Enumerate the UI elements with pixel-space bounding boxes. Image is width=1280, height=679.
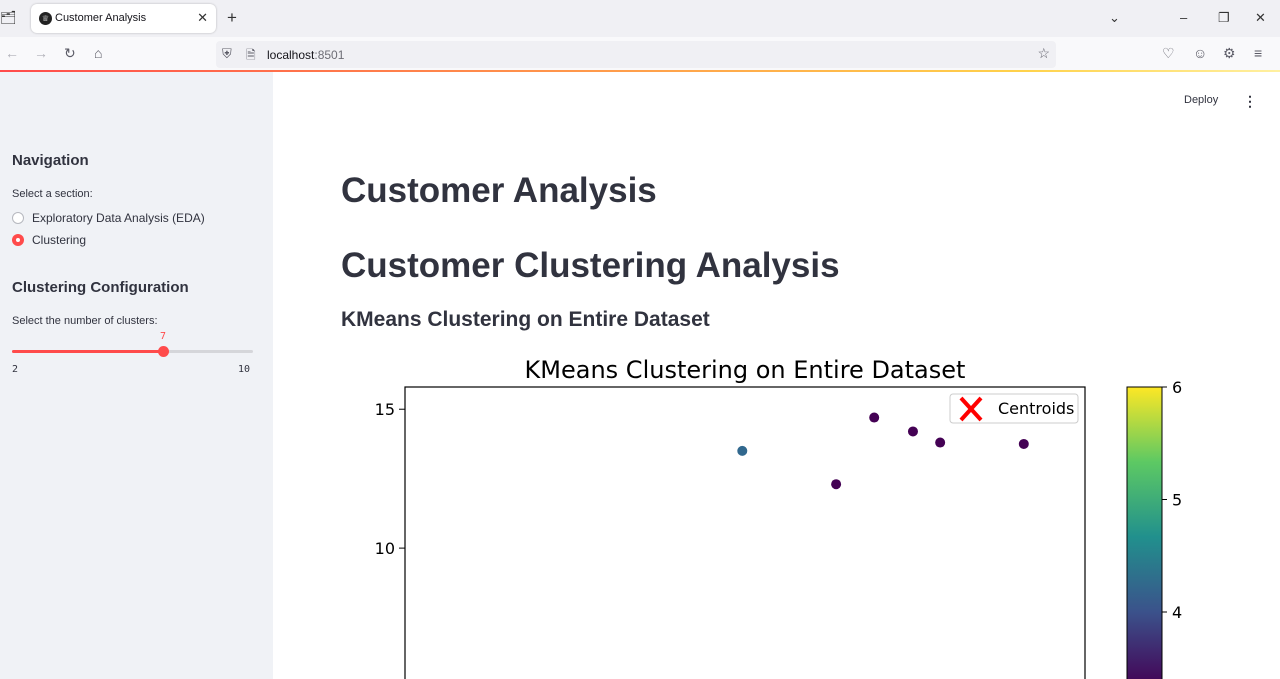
deploy-button[interactable]: Deploy — [1184, 94, 1218, 106]
forward-icon[interactable]: → — [34, 45, 48, 61]
browser-nav-bar: ← → ↻ ⌂ ⛨ 🗎 localhost:8501 ☆ ♡ ☺ ⚙ ≡ — [0, 37, 1280, 70]
radio-label: Exploratory Data Analysis (EDA) — [32, 211, 205, 225]
more-options-icon[interactable]: ⋮ — [1243, 94, 1257, 108]
navigation-heading: Navigation — [12, 152, 89, 169]
legend: Centroids — [949, 393, 1079, 424]
colorbar-tick-label: 4 — [1172, 603, 1182, 622]
sidebar: Navigation Select a section: Exploratory… — [0, 72, 273, 679]
slider-fill — [12, 350, 163, 353]
page-title: Customer Analysis — [341, 171, 657, 210]
list-all-tabs-icon[interactable]: ⌄ — [1109, 10, 1120, 26]
kmeans-chart: KMeans Clustering on Entire Dataset 15 10… — [340, 350, 1280, 679]
back-icon[interactable]: ← — [5, 45, 19, 61]
bookmark-star-icon[interactable]: ☆ — [1037, 45, 1050, 62]
radio-label: Clustering — [32, 233, 87, 247]
colorbar — [1126, 386, 1163, 679]
radio-checked-icon[interactable] — [12, 234, 24, 246]
extensions-icon[interactable]: ⚙ — [1223, 45, 1236, 61]
close-window-icon[interactable]: ✕ — [1255, 10, 1266, 26]
kmeans-chart-svg: KMeans Clustering on Entire Dataset 15 10… — [375, 356, 1182, 679]
data-point — [907, 426, 918, 437]
browser-tab[interactable]: ♕ Customer Analysis ✕ — [31, 4, 216, 33]
menu-icon[interactable]: ≡ — [1254, 45, 1262, 61]
streamlit-favicon-icon: ♕ — [39, 12, 52, 25]
data-point — [831, 479, 842, 490]
clusters-label: Select the number of clusters: — [12, 315, 158, 327]
section-heading: KMeans Clustering on Entire Dataset — [341, 308, 710, 331]
colorbar-tick-label: 5 — [1172, 491, 1182, 510]
minimize-icon[interactable]: – — [1180, 10, 1187, 26]
data-point — [935, 437, 946, 448]
url-bar[interactable]: ⛨ 🗎 localhost:8501 ☆ — [216, 41, 1056, 68]
slider-min: 2 — [12, 364, 19, 375]
data-point — [737, 445, 748, 456]
plot-area — [404, 386, 1086, 679]
pocket-icon[interactable]: ♡ — [1162, 45, 1175, 61]
data-point — [869, 412, 880, 423]
slider-value: 7 — [159, 331, 167, 342]
browser-tab-bar: 🗂 ♕ Customer Analysis ✕ + ⌄ – ❐ ✕ — [0, 0, 1280, 37]
radio-unchecked-icon[interactable] — [12, 212, 24, 224]
home-icon[interactable]: ⌂ — [94, 45, 102, 61]
new-tab-icon[interactable]: + — [227, 9, 237, 27]
restore-icon[interactable]: ❐ — [1218, 10, 1230, 26]
y-tick-label: 15 — [375, 400, 395, 419]
section-label: Select a section: — [12, 188, 93, 200]
tab-list-icon[interactable]: 🗂 — [0, 10, 17, 26]
y-tick-label: 10 — [375, 539, 395, 558]
colorbar-tick-label: 6 — [1172, 378, 1182, 397]
legend-label: Centroids — [998, 399, 1074, 418]
data-point — [1018, 438, 1029, 449]
config-heading: Clustering Configuration — [12, 279, 189, 296]
tab-title: Customer Analysis — [55, 12, 147, 24]
url-text[interactable]: localhost:8501 — [267, 48, 344, 62]
slider-thumb[interactable] — [158, 346, 169, 357]
slider-max: 10 — [238, 364, 251, 375]
close-tab-icon[interactable]: ✕ — [197, 10, 208, 26]
clusters-slider[interactable] — [12, 346, 253, 357]
chart-title: KMeans Clustering on Entire Dataset — [525, 356, 966, 384]
account-icon[interactable]: ☺ — [1193, 45, 1207, 61]
page-subtitle: Customer Clustering Analysis — [341, 246, 840, 285]
reload-icon[interactable]: ↻ — [64, 45, 76, 61]
page-icon[interactable]: 🗎 — [246, 46, 256, 67]
shield-icon[interactable]: ⛨ — [222, 46, 232, 62]
